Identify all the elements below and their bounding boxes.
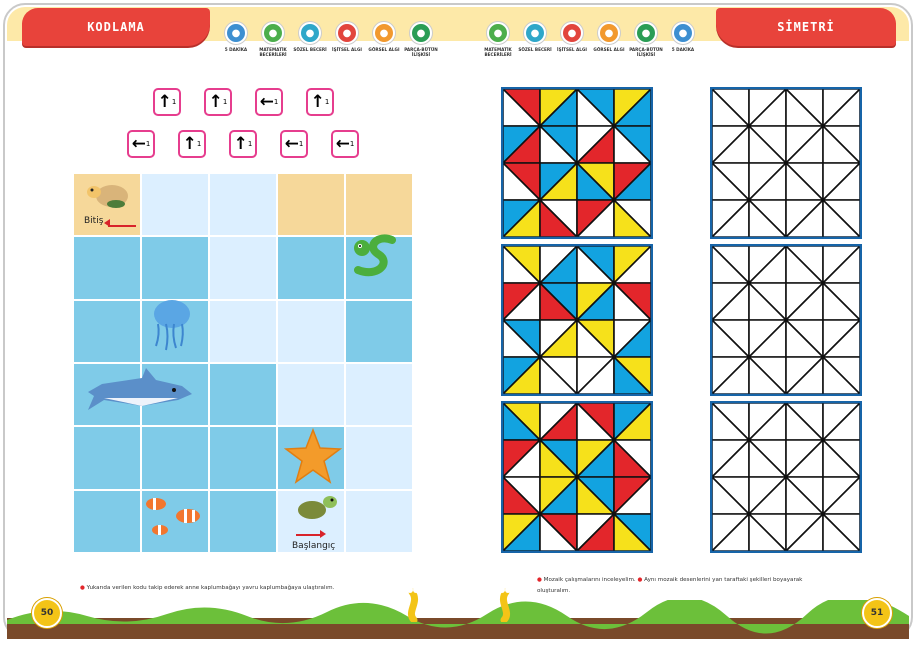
worm-character-left [407,587,419,622]
jellyfish-illustration [154,300,190,351]
command-up: ↑ 1 [306,88,334,116]
command-up: ↑ 1 [178,130,206,158]
skill-5: ● PARÇA-BÜTÜN İLİŞKİSİ [395,22,447,57]
left-instruction: ● Yukarıda verilen kodu takip ederek ann… [80,585,335,591]
starfish-illustration [284,428,342,484]
grid-cell-path [209,236,277,300]
grid-cell-water [209,363,277,427]
start-arrow-head [320,530,326,538]
grid-cell-water [73,489,141,553]
grid-cell-path [209,299,277,363]
arrow-up-icon: ↑ [310,91,325,112]
eye-icon: ● [373,22,395,44]
snake-illustration [354,234,396,276]
arrow-left-icon: ← [131,133,146,154]
speech-icon: ● [524,22,546,44]
grid-cell-path [277,363,345,427]
start-arrow [296,534,320,536]
command-up: ↑ 1 [153,88,181,116]
command-left: ← 1 [255,88,283,116]
grid-cell-water [73,426,141,490]
outline-2[interactable] [710,401,862,553]
arrow-left-icon: ← [259,91,274,112]
puzzle-icon: ● [410,22,432,44]
skill-label: 5 DAKİKA [671,47,695,52]
skill-label: PARÇA-BÜTÜN İLİŞKİSİ [404,47,438,57]
command-left: ← 1 [127,130,155,158]
grass-footer-decoration [7,600,909,639]
left-instruction-text: Yukarıda verilen kodu takip ederek anne … [86,585,335,591]
calculator-icon: ● [262,22,284,44]
grid-cell-path [345,489,413,553]
speech-icon: ● [299,22,321,44]
command-step-count: 1 [222,98,228,106]
command-step-count: 1 [196,140,202,148]
arrow-left-icon: ← [284,133,299,154]
command-step-count: 1 [273,98,279,106]
grid-cell-path [277,299,345,363]
right-section-title: SİMETRİ [716,8,896,46]
mosaic-0 [501,87,653,239]
command-up: ↑ 1 [229,130,257,158]
eye-icon: ● [598,22,620,44]
right-instruction: ● Mozaik çalışmalarını inceleyelim. ● Ay… [537,577,803,594]
grid-cell-path [345,426,413,490]
command-left: ← 1 [280,130,308,158]
arrow-up-icon: ↑ [157,91,172,112]
right-page-number: 51 [862,598,892,628]
grid-cell-path [209,173,277,237]
outline-0[interactable] [710,87,862,239]
command-step-count: 1 [298,140,304,148]
right-instruction-1-text: Mozaik çalışmalarını inceleyelim. [543,577,636,583]
finish-arrow-head [104,219,110,227]
outline-1[interactable] [710,244,862,396]
finish-arrow [108,225,136,227]
command-step-count: 1 [145,140,151,148]
shark-illustration [88,368,192,410]
command-step-count: 1 [349,140,355,148]
grid-cell-water [73,299,141,363]
grid-cell-water [277,236,345,300]
skill-5: ● 5 DAKİKA [657,22,709,52]
mother-turtle-illustration [87,185,128,208]
command-step-count: 1 [247,140,253,148]
mosaic-1 [501,244,653,396]
clock-icon: ● [225,22,247,44]
left-page-number: 50 [32,598,62,628]
grid-cell-water [209,426,277,490]
command-left: ← 1 [331,130,359,158]
grid-cell-water [345,299,413,363]
worm-character-right [499,587,511,622]
finish-label: Bitiş [84,216,104,226]
command-step-count: 1 [171,98,177,106]
command-step-count: 1 [324,98,330,106]
left-section-title: KODLAMA [22,8,210,46]
mosaic-2 [501,401,653,553]
grid-cell-water [73,236,141,300]
grid-cell-path [345,363,413,427]
arrow-up-icon: ↑ [233,133,248,154]
puzzle-icon: ● [635,22,657,44]
baby-turtle-illustration [298,496,337,519]
start-label: Başlangıç [292,541,336,551]
grid-cell-sand [277,173,345,237]
clownfish-illustration [146,498,200,535]
arrow-left-icon: ← [335,133,350,154]
arrow-up-icon: ↑ [182,133,197,154]
calculator-icon: ● [487,22,509,44]
grid-cell-water [209,489,277,553]
arrow-up-icon: ↑ [208,91,223,112]
command-up: ↑ 1 [204,88,232,116]
clock-icon: ● [672,22,694,44]
grid-cell-water [141,236,209,300]
ear-icon: ● [561,22,583,44]
grid-cell-path [141,173,209,237]
grid-cell-water [141,426,209,490]
ear-icon: ● [336,22,358,44]
